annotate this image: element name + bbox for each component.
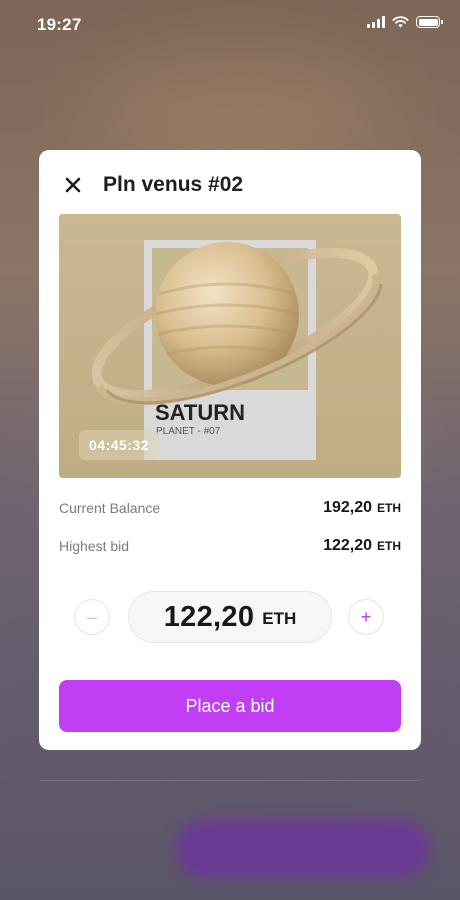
cellular-signal-icon (367, 16, 385, 28)
background-button (175, 820, 430, 878)
close-button[interactable] (59, 171, 87, 199)
bid-amount-unit: ETH (262, 609, 297, 628)
bid-amount-value: 122,20 (163, 600, 255, 633)
bid-amount-field[interactable]: 122,20 ETH (128, 591, 332, 643)
highest-bid-value: 122,20 (323, 537, 372, 554)
close-icon (65, 177, 81, 193)
place-bid-button[interactable]: Place a bid (59, 680, 401, 732)
artwork-card-subtitle: PLANET - #07 (156, 426, 221, 437)
nft-artwork: SATURN PLANET - #07 04:45:32 (59, 214, 401, 478)
auction-timer: 04:45:32 (79, 430, 160, 460)
balance-label: Current Balance (59, 500, 161, 516)
minus-icon: – (86, 606, 97, 627)
decrease-bid-button[interactable]: – (74, 599, 110, 635)
modal-title: Pln venus #02 (103, 173, 244, 196)
plus-icon: + (360, 606, 372, 627)
highest-bid-label: Highest bid (59, 538, 130, 554)
battery-icon (416, 16, 443, 28)
status-bar: 19:27 (0, 0, 460, 50)
increase-bid-button[interactable]: + (348, 599, 384, 635)
bid-modal: Pln venus #02 SATURN PLANET - #07 04:45:… (39, 150, 421, 750)
artwork-card-title: SATURN (155, 400, 245, 425)
modal-header: Pln venus #02 (59, 170, 401, 200)
wifi-icon (392, 16, 409, 28)
balance-row: Current Balance 192,20 ETH (59, 498, 401, 518)
highest-bid-unit: ETH (377, 539, 401, 553)
highest-bid-row: Highest bid 122,20 ETH (59, 536, 401, 556)
screen: 19:27 Pln venus #02 SATURN PLANET - #07 … (0, 0, 460, 900)
background-divider (40, 780, 420, 781)
highest-bid-amount: 122,20 ETH (323, 537, 401, 555)
status-time: 19:27 (37, 15, 82, 34)
balance-unit: ETH (377, 501, 401, 515)
balance-value: 192,20 (323, 499, 372, 516)
balance-amount: 192,20 ETH (323, 499, 401, 517)
status-icons (367, 16, 443, 28)
